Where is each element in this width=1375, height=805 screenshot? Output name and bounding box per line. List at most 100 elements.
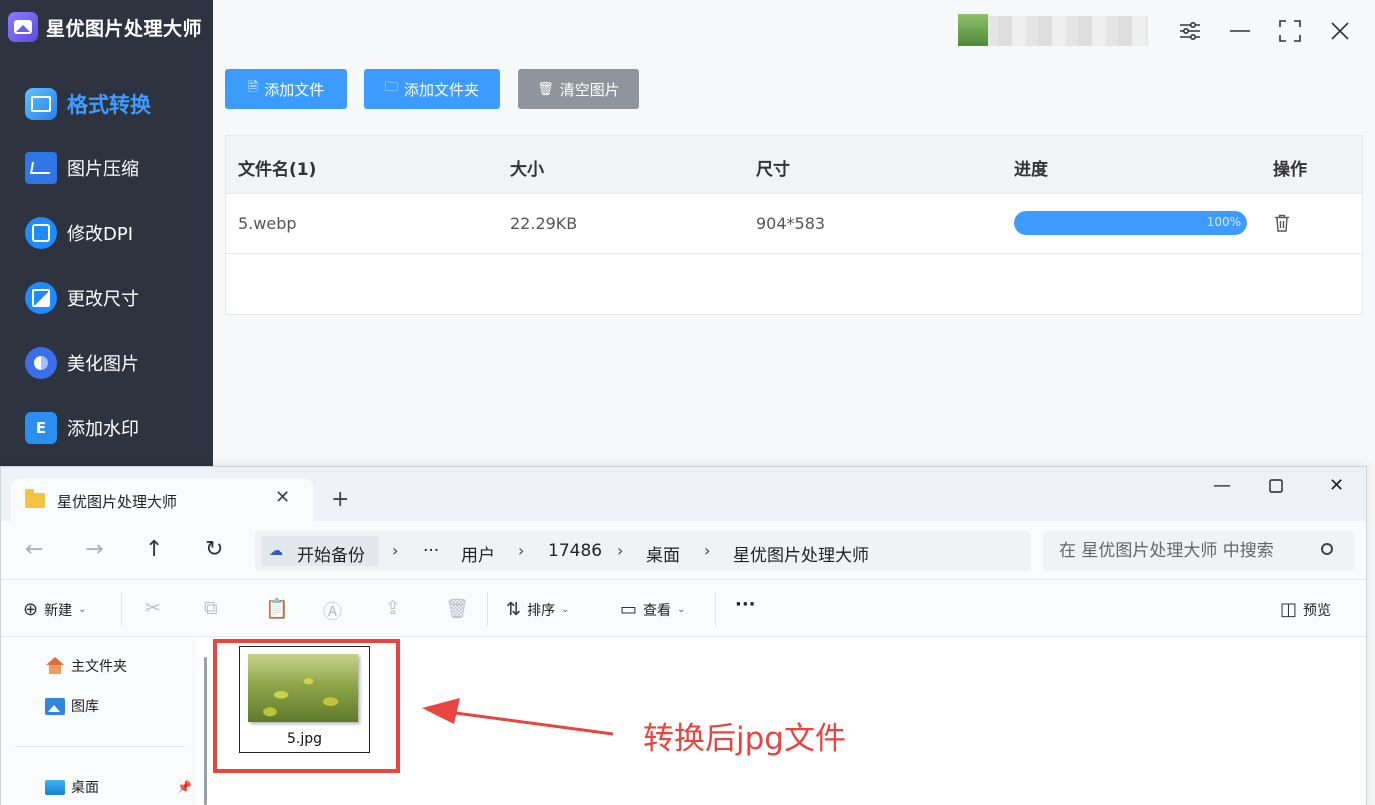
progress-text: 100% <box>1206 215 1241 229</box>
new-button[interactable]: ⊕ 新建 ⌄ <box>23 599 86 620</box>
sidebar-item-dpi[interactable]: 修改DPI <box>25 217 133 249</box>
breadcrumb-item[interactable]: 用户 <box>461 541 495 566</box>
header-size: 大小 <box>510 160 544 180</box>
avatar[interactable] <box>958 14 988 46</box>
app-brand: 星优图片处理大师 <box>8 12 202 42</box>
explorer-tabbar: 星优图片处理大师 ✕ + — ✕ <box>1 467 1366 521</box>
breadcrumb-item[interactable]: 桌面 <box>646 541 680 566</box>
sidebar-item-watermark[interactable]: E 添加水印 <box>25 412 139 444</box>
folder-icon <box>25 489 45 508</box>
up-arrow-icon[interactable]: ↑ <box>145 537 163 562</box>
explorer-tab[interactable]: 星优图片处理大师 ✕ <box>11 479 313 521</box>
nav-label: 主文件夹 <box>71 659 127 675</box>
sidebar-item-label: 修改DPI <box>67 224 134 245</box>
nav-label: 桌面 <box>71 780 99 796</box>
tab-title: 星优图片处理大师 <box>57 493 178 511</box>
desktop-icon <box>45 779 65 795</box>
file-icon: 🗎 <box>247 80 259 95</box>
delete-icon[interactable]: 🗑 <box>445 597 469 620</box>
sidebar-item-label: 格式转换 <box>67 93 151 117</box>
close-icon[interactable]: ✕ <box>1329 475 1344 496</box>
annotation-arrow-icon <box>422 698 614 736</box>
annotation-highlight-box <box>213 639 400 773</box>
app-logo-icon <box>8 12 38 42</box>
chevron-down-icon: ⌄ <box>677 604 686 615</box>
cut-icon[interactable]: ✂ <box>145 597 161 619</box>
sidebar-item-label: 更改尺寸 <box>67 289 139 310</box>
delete-trash-icon[interactable] <box>1274 214 1290 232</box>
nav-home-folder[interactable]: 主文件夹 <box>45 656 127 676</box>
app-title: 星优图片处理大师 <box>46 17 203 40</box>
trash-icon: 🗑 <box>537 81 554 97</box>
minimize-icon[interactable] <box>1225 16 1255 46</box>
maximize-icon[interactable] <box>1269 477 1283 498</box>
clear-images-button[interactable]: 🗑 清空图片 <box>518 69 639 109</box>
sidebar-item-compress[interactable]: 图片压缩 <box>25 152 139 184</box>
explorer-command-bar: ⊕ 新建 ⌄ ✂ ⧉ 📋 Ⓐ ⇪ 🗑 ⇅ 排序 ⌄ ▭ 查看 ⌄ ··· ◫ 预… <box>1 579 1366 637</box>
settings-sliders-icon[interactable] <box>1175 16 1205 46</box>
chevron-right-icon: › <box>617 541 624 560</box>
divider <box>487 592 488 626</box>
add-folder-label: 添加文件夹 <box>404 80 480 99</box>
watermark-icon: E <box>25 412 57 444</box>
divider <box>15 746 185 747</box>
nav-desktop[interactable]: 桌面 <box>45 777 99 797</box>
close-icon[interactable] <box>1325 16 1355 46</box>
rename-icon[interactable]: Ⓐ <box>323 597 342 624</box>
breadcrumb-item[interactable]: 17486 <box>548 541 602 561</box>
paste-icon[interactable]: 📋 <box>265 597 289 620</box>
sidebar-item-resize[interactable]: 更改尺寸 <box>25 282 139 314</box>
forward-arrow-icon[interactable]: → <box>85 537 103 562</box>
beautify-icon <box>25 347 57 379</box>
home-icon <box>45 657 65 675</box>
cell-filename: 5.webp <box>238 214 297 233</box>
add-file-label: 添加文件 <box>264 80 325 99</box>
chevron-right-icon: › <box>392 541 399 560</box>
search-input[interactable] <box>1043 531 1354 571</box>
minimize-icon[interactable]: — <box>1213 475 1231 496</box>
more-options-button[interactable]: ··· <box>735 594 756 615</box>
preview-label: 预览 <box>1303 602 1332 619</box>
header-dimensions: 尺寸 <box>756 160 790 180</box>
progress-bar: 100% <box>1014 211 1247 235</box>
pin-icon[interactable]: 📌 <box>177 780 192 794</box>
refresh-icon[interactable]: ↻ <box>205 537 223 562</box>
add-file-button[interactable]: 🗎 添加文件 <box>225 69 347 109</box>
cell-dimensions: 904*583 <box>756 214 826 233</box>
resize-icon <box>25 282 57 314</box>
divider <box>121 592 122 626</box>
header-filename: 文件名(1) <box>238 160 317 180</box>
header-progress: 进度 <box>1014 160 1048 180</box>
preview-pane-icon: ◫ <box>1280 599 1298 620</box>
breadcrumb-item[interactable]: 开始备份 <box>297 541 365 566</box>
image-convert-icon <box>25 88 57 120</box>
table-header: 文件名(1) 大小 尺寸 进度 操作 <box>226 136 1362 194</box>
gallery-icon <box>45 697 65 715</box>
compress-chart-icon <box>25 152 57 184</box>
breadcrumb-item[interactable]: 星优图片处理大师 <box>733 541 869 566</box>
nav-gallery[interactable]: 图库 <box>45 696 99 716</box>
sort-button[interactable]: ⇅ 排序 ⌄ <box>506 599 569 620</box>
address-bar[interactable]: ☁ 开始备份 › ··· › 用户 17486 › 桌面 › 星优图片处理大师 <box>255 531 1031 571</box>
chevron-right-icon: › <box>518 541 525 560</box>
cell-size: 22.29KB <box>510 214 578 233</box>
view-button[interactable]: ▭ 查看 ⌄ <box>620 599 685 620</box>
sidebar-item-beautify[interactable]: 美化图片 <box>25 347 139 379</box>
cloud-backup-icon: ☁ <box>269 543 283 559</box>
back-arrow-icon[interactable]: ← <box>25 537 43 562</box>
preview-pane-button[interactable]: ◫ 预览 <box>1280 599 1331 620</box>
tab-close-icon[interactable]: ✕ <box>275 487 290 508</box>
search-icon <box>1321 543 1333 555</box>
sidebar-item-format-convert[interactable]: 格式转换 <box>25 88 151 120</box>
dpi-icon <box>25 217 57 249</box>
share-icon[interactable]: ⇪ <box>385 597 401 619</box>
breadcrumb-item[interactable]: ··· <box>423 541 439 561</box>
chevron-right-icon: › <box>704 541 711 560</box>
annotation-text: 转换后jpg文件 <box>643 721 846 757</box>
nav-pane-scrollbar[interactable] <box>204 657 207 805</box>
copy-icon[interactable]: ⧉ <box>204 597 218 619</box>
new-tab-icon[interactable]: + <box>331 487 349 512</box>
clear-images-label: 清空图片 <box>559 80 620 99</box>
add-folder-button[interactable]: 🗀 添加文件夹 <box>364 69 500 109</box>
fullscreen-icon[interactable] <box>1275 16 1305 46</box>
